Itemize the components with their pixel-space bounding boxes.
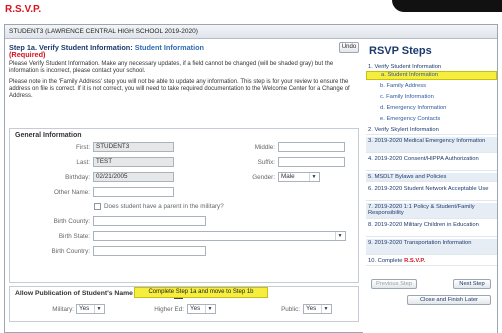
birth-state-label: Birth State: [58, 233, 90, 240]
sidebar-item-emergency-contacts[interactable]: e. Emergency Contacts [366, 116, 497, 122]
general-information-title: General Information [15, 132, 82, 139]
sidebar-item-step-2[interactable]: 2. Verify Skylert Information [366, 126, 497, 136]
top-edge-decoration [392, 0, 502, 12]
chevron-down-icon: ▼ [321, 305, 330, 313]
chevron-down-icon: ▼ [335, 232, 344, 240]
chevron-down-icon: ▼ [205, 305, 214, 313]
birth-county-field[interactable] [93, 216, 206, 226]
sidebar-item-step-3[interactable]: 3. 2019-2020 Medical Emergency Informati… [366, 137, 497, 153]
other-name-field[interactable] [93, 187, 174, 197]
instructions-paragraph-1: Please Verify Student Information. Make … [9, 61, 334, 74]
birth-country-field[interactable] [93, 246, 206, 256]
military-parent-label: Does student have a parent in the milita… [104, 203, 224, 210]
birth-country-label: Birth Country: [51, 248, 91, 255]
rsvp-steps-sidebar: RSVP Steps 1. Verify Student Information… [363, 40, 497, 333]
previous-step-button[interactable]: Previous Step [371, 279, 417, 289]
sidebar-item-step-7[interactable]: 7. 2019-2020 1:1 Policy & Student/Family… [366, 203, 497, 219]
middle-name-label: Middle: [254, 144, 275, 151]
suffix-field[interactable] [278, 157, 345, 167]
last-name-label: Last: [76, 159, 90, 166]
public-pub-value: Yes [306, 305, 317, 312]
chevron-down-icon: ▼ [94, 305, 103, 313]
other-name-label: Other Name: [53, 189, 90, 196]
military-pub-select[interactable]: Yes ▼ [76, 304, 105, 314]
public-pub-label: Public: [281, 306, 300, 313]
sidebar-item-step-6[interactable]: 6. 2019-2020 Student Network Acceptable … [366, 185, 497, 201]
birthday-field[interactable]: 02/21/2005 [93, 172, 174, 182]
complete-step-button[interactable]: Complete Step 1a and move to Step 1b [134, 287, 268, 298]
sidebar-item-emergency-information[interactable]: d. Emergency Information [366, 105, 497, 111]
rsvp-window: R.S.V.P. STUDENT3 (LAWRENCE CENTRAL HIGH… [0, 0, 502, 333]
step-10-highlight: R.S.V.P. [404, 258, 426, 264]
general-information-section: General Information First: STUDENT3 Midd… [9, 128, 359, 283]
sidebar-item-step-10[interactable]: 10. Complete R.S.V.P. [366, 257, 497, 267]
suffix-label: Suffix: [257, 159, 275, 166]
first-name-field[interactable]: STUDENT3 [93, 142, 174, 152]
main-panel: Step 1a. Verify Student Information: Stu… [5, 40, 362, 333]
top-bar: R.S.V.P. [0, 0, 502, 24]
sidebar-item-step-5[interactable]: 5. MSDLT Bylaws and Policies [366, 173, 497, 183]
higher-ed-pub-value: Yes [190, 305, 201, 312]
birthday-label: Birthday: [65, 174, 90, 181]
last-name-field[interactable]: TEST [93, 157, 174, 167]
undo-button[interactable]: Undo [339, 42, 359, 53]
rsvp-frame: STUDENT3 (LAWRENCE CENTRAL HIGH SCHOOL 2… [4, 24, 498, 333]
required-label: (Required) [9, 50, 46, 59]
birth-county-label: Birth County: [53, 218, 90, 225]
birth-state-select[interactable]: ▼ [93, 231, 346, 241]
step-10-prefix: 10. Complete [368, 258, 403, 264]
gender-label: Gender: [252, 174, 275, 181]
sidebar-item-student-information[interactable]: a. Student Information [366, 71, 497, 80]
first-name-label: First: [76, 144, 90, 151]
military-pub-label: Military: [52, 306, 74, 313]
sidebar-item-step-8[interactable]: 8. 2019-2020 Military Children in Educat… [366, 221, 497, 237]
military-pub-value: Yes [79, 305, 90, 312]
sidebar-title: RSVP Steps [369, 45, 432, 57]
publication-title: Allow Publication of Student's Name for: [15, 290, 147, 297]
sidebar-item-family-information[interactable]: c. Family Information [366, 94, 497, 100]
higher-ed-pub-label: Higher Ed: [154, 306, 184, 313]
step-title-highlight: Student Information [134, 43, 205, 52]
public-pub-select[interactable]: Yes ▼ [303, 304, 332, 314]
gender-value: Male [281, 173, 295, 180]
student-header: STUDENT3 (LAWRENCE CENTRAL HIGH SCHOOL 2… [5, 25, 497, 39]
gender-select[interactable]: Male ▼ [278, 172, 320, 182]
chevron-down-icon: ▼ [309, 173, 318, 181]
higher-ed-pub-select[interactable]: Yes ▼ [187, 304, 216, 314]
next-step-button[interactable]: Next Step [453, 279, 491, 289]
middle-name-field[interactable] [278, 142, 345, 152]
sidebar-item-step-9[interactable]: 9. 2019-2020 Transportation Information [366, 239, 497, 255]
close-and-finish-later-button[interactable]: Close and Finish Later [407, 295, 491, 305]
app-title: R.S.V.P. [5, 4, 42, 15]
military-parent-checkbox[interactable] [94, 203, 101, 210]
instructions-paragraph-2: Please note in the 'Family Address' step… [9, 79, 350, 99]
sidebar-item-family-address[interactable]: b. Family Address [366, 83, 497, 89]
sidebar-item-step-4[interactable]: 4. 2019-2020 Consent/HIPPA Authorization [366, 155, 497, 171]
